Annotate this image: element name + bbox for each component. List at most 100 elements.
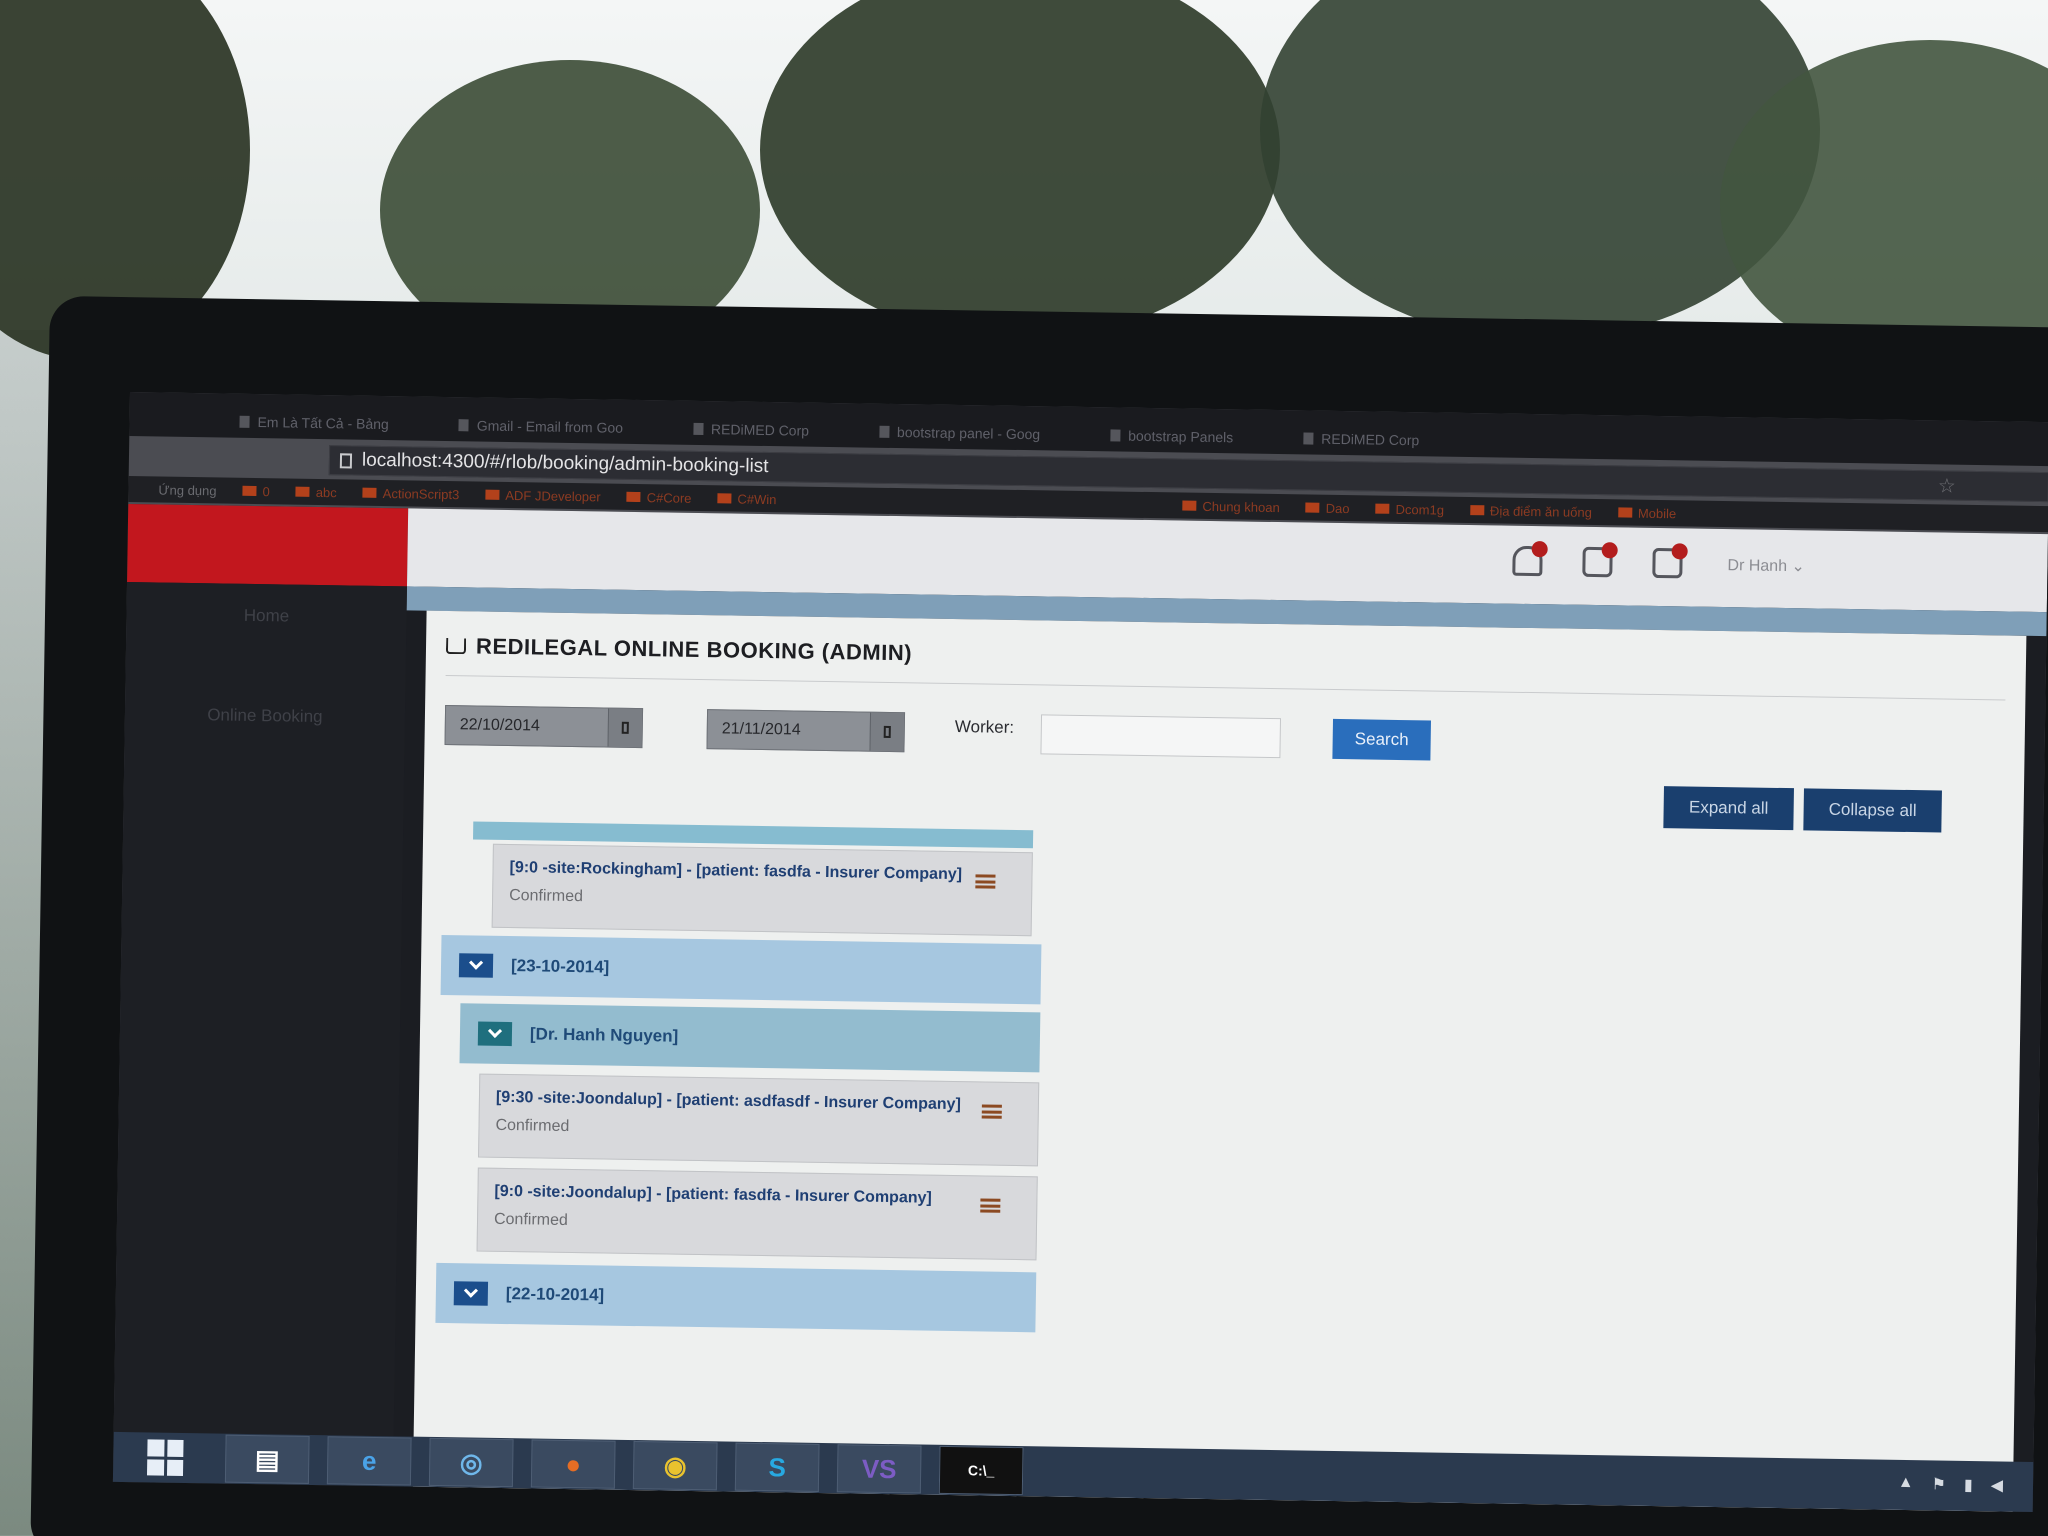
search-button[interactable]: Search <box>1332 718 1432 761</box>
folder-icon <box>295 486 310 497</box>
expand-all-button[interactable]: Expand all <box>1663 786 1794 831</box>
folder-icon <box>1617 507 1632 518</box>
browser-tab[interactable]: REDiMED Corp <box>1303 422 1420 456</box>
web-app: Dr Hanh ⌄ Home Online Booking REDILEGAL … <box>112 503 2048 1513</box>
page-icon <box>339 452 353 468</box>
bookmark-folder[interactable]: Dao <box>1305 500 1350 516</box>
chevron-down-icon <box>463 1283 478 1298</box>
browser-tab[interactable]: bootstrap Panels <box>1110 419 1234 453</box>
list-menu-icon[interactable] <box>980 1198 1001 1213</box>
bookmark-folder[interactable]: Dcom1g <box>1375 501 1444 517</box>
brand-logo-area[interactable] <box>127 503 409 587</box>
day-group-header[interactable]: [22-10-2014] <box>435 1262 1037 1333</box>
skype-icon[interactable]: S <box>734 1442 820 1492</box>
bookmark-folder[interactable]: abc <box>295 484 337 500</box>
folder-icon <box>362 487 377 498</box>
booking-title: [9:0 -site:Rockingham] - [patient: fasdf… <box>509 859 963 884</box>
user-menu[interactable]: Dr Hanh ⌄ <box>1727 555 1805 576</box>
browser-tab[interactable]: bootstrap panel - Goog <box>878 416 1041 451</box>
folder-icon <box>1469 505 1485 516</box>
system-tray: ▲ ⚑ ▮ ◀ <box>1898 1474 2004 1496</box>
network-icon[interactable]: ▮ <box>1964 1475 1973 1495</box>
collapse-toggle[interactable] <box>477 1021 513 1047</box>
bookmark-folder[interactable]: C#Core <box>626 489 692 505</box>
bookmark-folder[interactable]: Mobile <box>1617 505 1676 521</box>
list-menu-icon[interactable] <box>975 874 996 889</box>
date-from-field[interactable]: 22/10/2014 <box>444 704 644 749</box>
sidebar: Home Online Booking <box>112 581 407 1487</box>
bookmark-folder[interactable]: Địa điểm ăn uống <box>1469 503 1592 519</box>
booking-title: [9:0 -site:Joondalup] - [patient: fasdfa… <box>494 1182 932 1207</box>
visual-studio-icon[interactable]: VS <box>836 1444 922 1494</box>
day-group-header[interactable]: [23-10-2014] <box>440 934 1042 1005</box>
notification-bell-icon[interactable] <box>1512 541 1548 577</box>
calendar-button[interactable] <box>607 708 643 748</box>
booking-status: Confirmed <box>495 1116 570 1135</box>
chevron-down-icon <box>487 1023 503 1039</box>
message-badge <box>1601 542 1618 559</box>
folder-icon <box>626 491 641 503</box>
flag-icon[interactable]: ⚑ <box>1931 1474 1946 1494</box>
page-icon <box>458 419 469 432</box>
volume-icon[interactable]: ◀ <box>1991 1475 2004 1495</box>
calendar-icon <box>883 725 891 738</box>
tray-arrow-icon[interactable]: ▲ <box>1898 1474 1914 1494</box>
messages-icon[interactable] <box>1582 542 1618 578</box>
bookmark-folder[interactable]: Chung khoan <box>1182 498 1280 515</box>
notification-badge <box>1531 541 1548 558</box>
worker-input[interactable] <box>1040 714 1282 759</box>
booking-panel: REDILEGAL ONLINE BOOKING (ADMIN) 22/10/2… <box>412 610 2027 1513</box>
divider <box>445 674 2006 701</box>
collapse-all-button[interactable]: Collapse all <box>1803 788 1942 833</box>
booking-status: Confirmed <box>509 887 584 906</box>
folder-icon <box>485 489 500 500</box>
file-explorer-icon[interactable]: ▤ <box>224 1434 310 1484</box>
date-from-value: 22/10/2014 <box>459 716 541 735</box>
url-text[interactable]: localhost:4300/#/rlob/booking/admin-book… <box>362 450 769 478</box>
folder-icon <box>242 485 257 496</box>
safari-icon[interactable]: ◎ <box>428 1437 514 1488</box>
doctor-group-header[interactable]: [Dr. Hanh Nguyen] <box>459 1003 1041 1073</box>
start-button[interactable] <box>123 1433 208 1482</box>
page-icon <box>239 415 250 428</box>
page-icon <box>692 422 704 436</box>
sidebar-item-home[interactable]: Home <box>125 582 407 686</box>
chrome-icon[interactable]: ◉ <box>632 1441 718 1491</box>
date-to-value: 21/11/2014 <box>721 720 801 739</box>
booking-tree: [9:0 -site:Rockingham] - [patient: fasdf… <box>435 821 1243 1333</box>
booking-item[interactable]: [9:0 -site:Joondalup] - [patient: fasdfa… <box>476 1167 1038 1261</box>
folder-icon <box>1375 503 1390 514</box>
calendar-icon <box>621 721 629 734</box>
page-title: REDILEGAL ONLINE BOOKING (ADMIN) <box>475 633 913 666</box>
date-to-field[interactable]: 21/11/2014 <box>706 709 906 753</box>
worker-label: Worker: <box>954 716 1015 737</box>
booking-item[interactable]: [9:0 -site:Rockingham] - [patient: fasdf… <box>491 843 1033 937</box>
calendar-button[interactable] <box>869 712 905 752</box>
browser-tab[interactable]: REDiMED Corp <box>692 413 810 447</box>
browser-tab[interactable]: Gmail - Email from Goo <box>458 409 624 444</box>
bookmark-folder[interactable]: 0 <box>242 483 270 499</box>
list-menu-icon[interactable] <box>981 1104 1002 1119</box>
firefox-icon[interactable]: ● <box>530 1439 616 1489</box>
bookmark-folder[interactable]: C#Win <box>717 491 777 507</box>
sidebar-item-online-booking[interactable]: Online Booking <box>124 682 406 786</box>
page-icon <box>1303 432 1314 445</box>
page-icon <box>878 425 890 438</box>
browser-tab[interactable]: Em Là Tất Cả - Bảng <box>239 406 389 440</box>
command-prompt-icon[interactable]: C:\_ <box>938 1445 1024 1496</box>
day-group-label: [23-10-2014] <box>510 956 610 977</box>
internet-explorer-icon[interactable]: e <box>326 1436 412 1486</box>
tasks-icon[interactable] <box>1652 543 1688 579</box>
collapse-toggle[interactable] <box>453 1281 489 1306</box>
bookmark-folder[interactable]: ActionScript3 <box>362 485 459 502</box>
doctor-group-label: [Dr. Hanh Nguyen] <box>529 1024 679 1046</box>
folder-icon <box>1182 500 1197 511</box>
panel-header: REDILEGAL ONLINE BOOKING (ADMIN) <box>445 633 913 666</box>
booking-item[interactable]: [9:30 -site:Joondalup] - [patient: asdfa… <box>478 1073 1040 1167</box>
bookmark-star-icon[interactable]: ☆ <box>1938 473 1956 498</box>
collapse-toggle[interactable] <box>458 953 494 978</box>
folder-icon <box>1305 502 1320 513</box>
bookmark-folder[interactable]: ADF JDeveloper <box>485 487 601 504</box>
booking-title: [9:30 -site:Joondalup] - [patient: asdfa… <box>495 1088 961 1114</box>
bookmark-apps[interactable]: Ứng dụng <box>158 482 216 498</box>
